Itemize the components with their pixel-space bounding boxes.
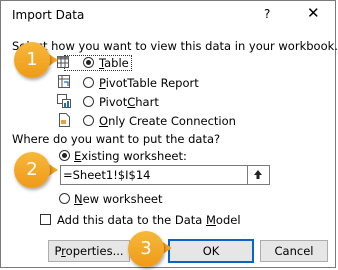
import-data-dialog: Import Data ? ✕ Select how you want to v… xyxy=(0,0,338,268)
pivotchart-label-rest: hart xyxy=(135,95,159,109)
existing-worksheet-radio[interactable] xyxy=(59,150,70,161)
arrow-up-icon xyxy=(254,170,262,179)
step-badge-2: 2 xyxy=(14,152,50,188)
new-worksheet-radio[interactable] xyxy=(59,193,70,204)
table-label-rest: able xyxy=(104,56,129,70)
step-badge-3: 3 xyxy=(128,231,164,267)
properties-button[interactable]: Properties... xyxy=(48,240,130,262)
pivotchart-label-pre: Pivot xyxy=(99,95,128,109)
data-model-access-key: M xyxy=(205,213,216,227)
pivottable-access-key: P xyxy=(99,76,106,90)
data-model-label-rest: odel xyxy=(215,213,241,227)
new-worksheet-label[interactable]: New worksheet xyxy=(74,192,163,206)
new-access-key: N xyxy=(74,192,83,206)
properties-label-rest: operties... xyxy=(65,244,124,258)
view-prompt: Select how you want to view this data in… xyxy=(12,39,338,53)
pivottable-option-label[interactable]: PivotTable Report xyxy=(99,76,199,90)
cancel-button[interactable]: Cancel xyxy=(260,240,328,262)
new-label-rest: ew worksheet xyxy=(82,192,163,206)
table-radio[interactable] xyxy=(83,57,94,68)
pivotchart-option-label[interactable]: PivotChart xyxy=(99,95,159,109)
cell-reference-input[interactable] xyxy=(63,168,243,182)
table-option-label[interactable]: Table xyxy=(99,56,129,70)
table-icon xyxy=(57,56,69,68)
collapse-dialog-button[interactable] xyxy=(248,165,270,185)
pivottable-radio[interactable] xyxy=(83,77,94,88)
data-model-checkbox[interactable] xyxy=(40,214,51,225)
connection-option-label[interactable]: Only Create Connection xyxy=(99,114,236,128)
connection-icon xyxy=(59,113,70,127)
connection-label-rest: nly Create Connection xyxy=(108,114,236,128)
data-model-label[interactable]: Add this data to the Data Model xyxy=(57,213,241,227)
step-badge-1: 1 xyxy=(14,42,50,78)
existing-label-rest: xisting worksheet: xyxy=(81,149,187,163)
pivottable-icon xyxy=(58,75,70,88)
dialog-title: Import Data xyxy=(12,8,85,22)
help-button[interactable]: ? xyxy=(264,7,270,21)
close-button[interactable]: ✕ xyxy=(307,4,320,22)
data-model-label-pre: Add this data to the Data xyxy=(57,213,206,227)
location-prompt: Where do you want to put the data? xyxy=(12,132,221,146)
pivottable-label-rest: ivotTable Report xyxy=(105,76,199,90)
ok-button[interactable]: OK xyxy=(168,239,254,263)
cell-reference-box[interactable] xyxy=(60,165,248,185)
pivotchart-icon xyxy=(57,94,71,108)
only-create-connection-radio[interactable] xyxy=(83,115,94,126)
pivotchart-radio[interactable] xyxy=(83,96,94,107)
connection-access-key: O xyxy=(99,114,109,128)
existing-worksheet-label[interactable]: Existing worksheet: xyxy=(74,149,187,163)
